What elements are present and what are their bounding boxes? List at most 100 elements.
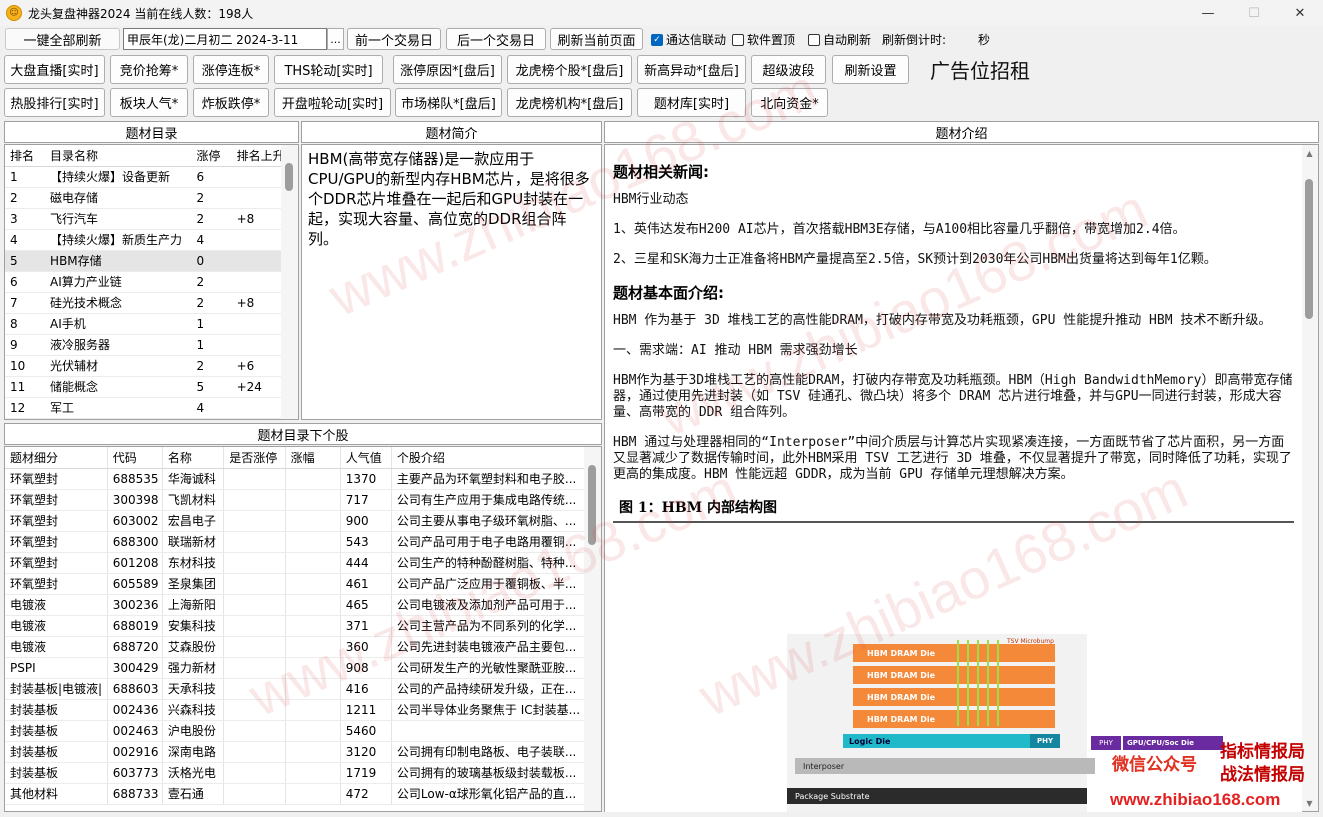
nav-theme-library[interactable]: 题材库[实时]: [637, 88, 746, 117]
refresh-all-button[interactable]: 一键全部刷新: [5, 28, 120, 50]
change-cell: [285, 699, 341, 721]
nav-new-high[interactable]: 新高异动*[盘后]: [637, 55, 746, 84]
scroll-down-icon[interactable]: ▼: [1301, 795, 1318, 811]
col-is-limitup[interactable]: 是否涨停: [223, 447, 286, 469]
stock-row[interactable]: 环氧塑封 688300 联瑞新材 543 公司产品可用于电子电路用覆铜...: [5, 531, 601, 553]
date-picker-button[interactable]: ...: [327, 28, 344, 50]
maximize-button[interactable]: ☐: [1231, 0, 1277, 26]
countdown-label: 刷新倒计时:: [882, 33, 947, 47]
catalog-row[interactable]: 10 光伏辅材 2 +6: [5, 355, 298, 377]
stock-name-cell: 安集科技: [162, 615, 225, 637]
nav-auction[interactable]: 竞价抢筹*: [110, 55, 188, 84]
description-cell: 公司半导体业务聚焦于 IC封装基...: [391, 699, 601, 721]
catalog-row[interactable]: 11 储能概念 5 +24: [5, 376, 298, 398]
nav-northbound-funds[interactable]: 北向资金*: [751, 88, 828, 117]
stock-row[interactable]: 封装基板 002436 兴森科技 1211 公司半导体业务聚焦于 IC封装基...: [5, 699, 601, 721]
catalog-row[interactable]: 7 硅光技术概念 2 +8: [5, 292, 298, 314]
rank-cell: 6: [5, 271, 46, 293]
prev-trading-day-button[interactable]: 前一个交易日: [347, 28, 441, 50]
col-description[interactable]: 个股介绍: [391, 447, 601, 469]
nav-limit-up-reason[interactable]: 涨停原因*[盘后]: [393, 55, 502, 84]
code-cell: 688300: [107, 531, 163, 553]
col-stock-name[interactable]: 名称: [162, 447, 225, 469]
nav-market-ladder[interactable]: 市场梯队*[盘后]: [395, 88, 502, 117]
col-rank[interactable]: 排名: [5, 145, 46, 167]
catalog-list[interactable]: 排名 目录名称 涨停 排名上升 1 【持续火爆】设备更新 6 2 磁电存储 2 3 飞行汽车 2…: [4, 144, 299, 420]
catalog-row[interactable]: 5 HBM存储 0: [5, 250, 298, 272]
nav-market-live[interactable]: 大盘直播[实时]: [4, 55, 105, 84]
stock-row[interactable]: 电镀液 688019 安集科技 371 公司主营产品为不同系列的化学...: [5, 615, 601, 637]
code-cell: 688535: [107, 468, 163, 490]
stocks-scrollbar[interactable]: [584, 447, 601, 811]
col-name[interactable]: 目录名称: [45, 145, 192, 167]
col-subcategory[interactable]: 题材细分: [5, 447, 108, 469]
stock-row[interactable]: 封装基板 603773 沃格光电 1719 公司拥有的玻璃基板级封装载板...: [5, 762, 601, 784]
date-picker-field[interactable]: 甲辰年(龙)二月初二 2024-3-11: [123, 28, 327, 50]
always-on-top-checkbox[interactable]: 软件置顶: [732, 31, 795, 48]
catalog-row[interactable]: 8 AI手机 1: [5, 313, 298, 335]
catalog-row[interactable]: 4 【持续火爆】新质生产力 4: [5, 229, 298, 251]
description-cell: 公司产品广泛应用于覆铜板、半...: [391, 573, 601, 595]
nav-ths-rotation[interactable]: THS轮动[实时]: [274, 55, 383, 84]
auto-refresh-checkbox[interactable]: 自动刷新: [808, 31, 871, 48]
col-change[interactable]: 涨幅: [285, 447, 341, 469]
nav-kpl-rotation[interactable]: 开盘啦轮动[实时]: [274, 88, 391, 117]
detail-scrollbar[interactable]: ▲ ▼: [1301, 145, 1318, 811]
catalog-row[interactable]: 12 军工 4: [5, 397, 298, 419]
popularity-cell: 3120: [340, 741, 392, 763]
col-code[interactable]: 代码: [107, 447, 163, 469]
subcategory-cell: 环氧塑封: [5, 489, 108, 511]
next-trading-day-button[interactable]: 后一个交易日: [446, 28, 546, 50]
scroll-thumb[interactable]: [1305, 179, 1313, 319]
close-button[interactable]: ✕: [1277, 0, 1323, 26]
intro-header: 题材简介: [301, 121, 602, 143]
stock-row[interactable]: 环氧塑封 688535 华海诚科 1370 主要产品为环氧塑封料和电子胶...: [5, 468, 601, 490]
catalog-row[interactable]: 3 飞行汽车 2 +8: [5, 208, 298, 230]
nav-hot-stock-rank[interactable]: 热股排行[实时]: [4, 88, 105, 117]
catalog-row[interactable]: 9 液冷服务器 1: [5, 334, 298, 356]
change-cell: [285, 636, 341, 658]
stock-name-cell: 圣泉集团: [162, 573, 225, 595]
stocks-list[interactable]: 题材细分 代码 名称 是否涨停 涨幅 人气值 个股介绍 环氧塑封 688535 华海…: [4, 446, 602, 812]
stock-row[interactable]: 封装基板|电镀液| 688603 天承科技 416 公司的产品持续研发升级，正在...: [5, 678, 601, 700]
nav-dragon-tiger-institution[interactable]: 龙虎榜机构*[盘后]: [507, 88, 632, 117]
scroll-thumb[interactable]: [588, 465, 596, 545]
catalog-row[interactable]: 1 【持续火爆】设备更新 6: [5, 166, 298, 188]
stock-row[interactable]: 环氧塑封 603002 宏昌电子 900 公司主要从事电子级环氧树脂、...: [5, 510, 601, 532]
subcategory-cell: 封装基板: [5, 762, 108, 784]
stock-row[interactable]: 电镀液 300236 上海新阳 465 公司电镀液及添加剂产品可用于...: [5, 594, 601, 616]
scroll-thumb[interactable]: [285, 163, 293, 191]
minimize-button[interactable]: —: [1185, 0, 1231, 26]
limitup-cell: 4: [191, 229, 232, 251]
refresh-page-button[interactable]: 刷新当前页面: [550, 28, 643, 50]
stock-row[interactable]: 封装基板 002463 沪电股份 5460: [5, 720, 601, 742]
fundamentals-p4: HBM 通过与处理器相同的“Interposer”中间介质层与计算芯片实现紧凑连…: [613, 435, 1292, 482]
stock-row[interactable]: 封装基板 002916 深南电路 3120 公司拥有印制电路板、电子装联...: [5, 741, 601, 763]
news-item-1: 1、英伟达发布H200 AI芯片，首次搭载HBM3E存储，与A100相比容量几乎…: [613, 222, 1186, 237]
nav-super-band[interactable]: 超级波段: [751, 55, 826, 84]
nav-broken-limit[interactable]: 炸板跌停*: [193, 88, 269, 117]
code-cell: 603002: [107, 510, 163, 532]
stock-row[interactable]: 电镀液 688720 艾森股份 360 公司先进封装电镀液产品主要包...: [5, 636, 601, 658]
popularity-cell: 461: [340, 573, 392, 595]
scroll-up-icon[interactable]: ▲: [1301, 145, 1318, 161]
catalog-row[interactable]: 2 磁电存储 2: [5, 187, 298, 209]
nav-limit-up-streak[interactable]: 涨停连板*: [193, 55, 269, 84]
stock-row[interactable]: 环氧塑封 300398 飞凯材料 717 公司有生产应用于集成电路传统...: [5, 489, 601, 511]
stock-name-cell: 兴森科技: [162, 699, 225, 721]
catalog-scrollbar[interactable]: [281, 145, 298, 419]
popularity-cell: 5460: [340, 720, 392, 742]
catalog-row[interactable]: 6 AI算力产业链 2: [5, 271, 298, 293]
col-limitup[interactable]: 涨停: [191, 145, 232, 167]
stock-row[interactable]: PSPI 300429 强力新材 908 公司研发生产的光敏性聚酰亚胺...: [5, 657, 601, 679]
stock-row[interactable]: 其他材料 688733 壹石通 472 公司Low-α球形氧化铝产品的直...: [5, 783, 601, 805]
description-cell: 公司有生产应用于集成电路传统...: [391, 489, 601, 511]
nav-dragon-tiger-stock[interactable]: 龙虎榜个股*[盘后]: [507, 55, 632, 84]
tsv-line: [987, 640, 989, 726]
stock-row[interactable]: 环氧塑封 601208 东材科技 444 公司生产的特种酚醛树脂、特种...: [5, 552, 601, 574]
tdx-link-checkbox[interactable]: ✓ 通达信联动: [651, 31, 726, 48]
nav-sector-popularity[interactable]: 板块人气*: [110, 88, 188, 117]
stock-row[interactable]: 环氧塑封 605589 圣泉集团 461 公司产品广泛应用于覆铜板、半...: [5, 573, 601, 595]
col-popularity[interactable]: 人气值: [340, 447, 392, 469]
nav-refresh-settings[interactable]: 刷新设置: [832, 55, 909, 84]
